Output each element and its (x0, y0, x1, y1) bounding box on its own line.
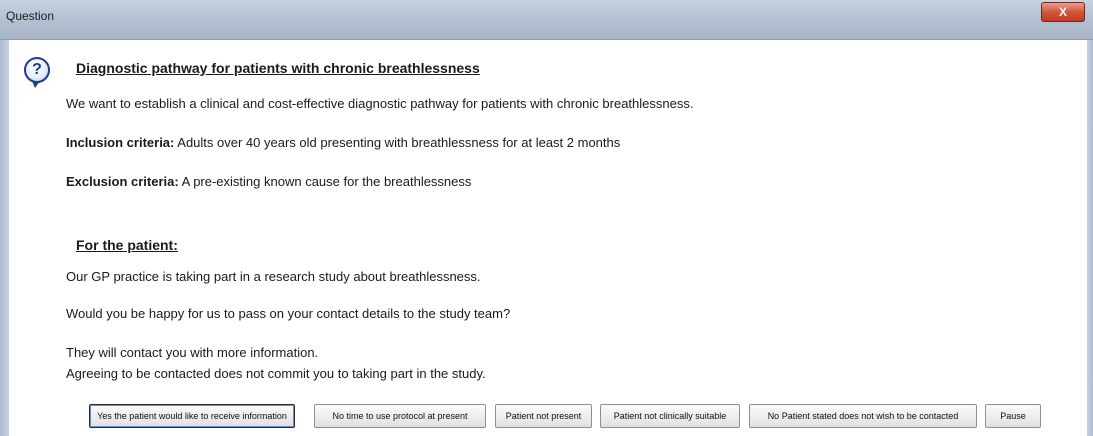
window-frame-right (1087, 40, 1093, 436)
exclusion-criteria: Exclusion criteria: A pre-existing known… (66, 174, 471, 189)
intro-text: We want to establish a clinical and cost… (66, 96, 694, 111)
exclusion-label: Exclusion criteria: (66, 174, 179, 189)
window-title: Question (6, 9, 55, 23)
button-row: Yes the patient would like to receive in… (0, 404, 1093, 430)
question-mark-glyph: ? (32, 61, 42, 78)
question-icon: ? (24, 57, 50, 88)
exclusion-text: A pre-existing known cause for the breat… (181, 174, 472, 189)
question-dialog: Question X ? Diagnostic pathway for pati… (0, 0, 1093, 436)
patient-line-4: Agreeing to be contacted does not commit… (66, 366, 486, 381)
patient-line-1: Our GP practice is taking part in a rese… (66, 269, 481, 284)
patient-heading: For the patient: (76, 237, 178, 253)
patient-line-3: They will contact you with more informat… (66, 345, 319, 360)
close-button[interactable]: X (1041, 2, 1085, 22)
inclusion-criteria: Inclusion criteria: Adults over 40 years… (66, 135, 620, 150)
no-time-button[interactable]: No time to use protocol at present (314, 404, 486, 428)
pause-button[interactable]: Pause (985, 404, 1041, 428)
close-icon: X (1058, 5, 1067, 19)
patient-not-present-button[interactable]: Patient not present (495, 404, 592, 428)
patient-not-suitable-button[interactable]: Patient not clinically suitable (600, 404, 740, 428)
window-frame-left (0, 40, 9, 436)
no-contact-button[interactable]: No Patient stated does not wish to be co… (749, 404, 977, 428)
inclusion-label: Inclusion criteria: (66, 135, 175, 150)
title-bar: Question X (0, 0, 1093, 40)
patient-line-2: Would you be happy for us to pass on you… (66, 306, 511, 321)
inclusion-text: Adults over 40 years old presenting with… (177, 135, 621, 150)
dialog-heading: Diagnostic pathway for patients with chr… (76, 60, 480, 76)
yes-receive-information-button[interactable]: Yes the patient would like to receive in… (89, 404, 295, 428)
